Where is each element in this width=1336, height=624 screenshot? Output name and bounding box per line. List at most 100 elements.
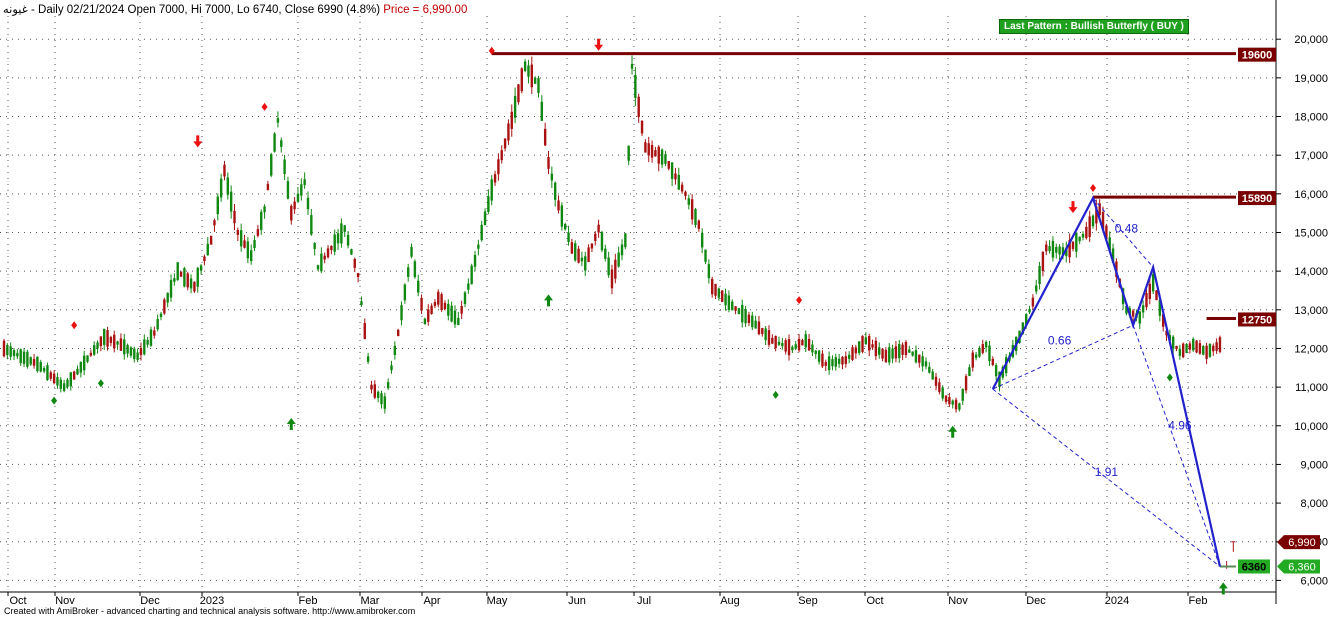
candle-body <box>754 320 757 329</box>
candle-body <box>704 249 707 262</box>
candle-body <box>159 313 163 318</box>
candle-body <box>243 240 246 248</box>
candle-body <box>437 291 440 305</box>
candle-body <box>543 128 547 146</box>
candle-body <box>794 344 797 349</box>
candle-body <box>366 356 370 362</box>
candle-body <box>129 347 133 356</box>
candle-body <box>1051 240 1055 258</box>
candle-body <box>69 372 73 387</box>
candle-body <box>1171 336 1175 349</box>
candle-body <box>667 160 670 169</box>
candle-body <box>971 352 974 368</box>
candle-body <box>326 248 330 258</box>
candle-body <box>914 350 918 363</box>
candle-body <box>737 308 741 315</box>
candle-body <box>493 174 497 183</box>
candle-body <box>163 299 166 314</box>
candle-body <box>968 367 971 377</box>
candle-body <box>610 269 614 289</box>
candle-body <box>884 349 888 363</box>
candle-body <box>343 225 346 232</box>
candle-body <box>193 281 196 292</box>
candle-body <box>19 349 22 364</box>
candle-body <box>143 339 146 355</box>
candle-body <box>700 232 704 248</box>
candle-body <box>891 348 894 359</box>
candle-body <box>229 191 233 212</box>
candle-body <box>139 348 143 356</box>
candle-body <box>156 318 159 330</box>
candle-body <box>1045 244 1048 252</box>
candle-body <box>373 384 376 398</box>
candle-body <box>276 118 280 123</box>
candle-body <box>173 278 176 282</box>
candle-body <box>694 209 697 225</box>
y-tick-label: 6,000 <box>1300 575 1328 587</box>
candle-body <box>253 240 256 249</box>
candle-body <box>400 305 403 321</box>
candle-body <box>453 310 457 325</box>
candle-body <box>791 346 794 351</box>
candle-body <box>547 157 550 169</box>
candle-body <box>784 340 787 352</box>
candle-body <box>918 354 921 363</box>
candle-body <box>834 357 837 367</box>
candle-body <box>984 341 988 348</box>
candle-body <box>1141 305 1145 313</box>
y-tick-label: 14,000 <box>1294 266 1328 278</box>
x-tick-label: Oct <box>866 595 883 607</box>
candle-body <box>310 214 313 235</box>
candle-body <box>550 173 554 181</box>
candle-body <box>844 356 848 364</box>
candle-body <box>951 400 954 405</box>
candle-body <box>263 206 266 213</box>
candle-body <box>807 338 811 351</box>
candle-body <box>727 295 731 310</box>
candle-body <box>777 341 781 345</box>
candle-body <box>948 397 951 405</box>
candle-body <box>1081 233 1085 238</box>
candle-body <box>333 234 336 252</box>
candle-body <box>650 144 654 158</box>
candle-body <box>233 210 236 224</box>
candle-body <box>607 257 610 276</box>
candle-body <box>203 256 206 262</box>
candle-body <box>413 261 417 278</box>
candle-body <box>290 205 293 221</box>
candle-body <box>66 379 69 387</box>
candle-body <box>577 248 580 263</box>
candle-body <box>199 265 203 271</box>
candle-body <box>654 150 657 157</box>
candle-body <box>430 305 433 314</box>
candle-body <box>811 344 814 353</box>
candle-body <box>417 280 420 293</box>
candle-body <box>861 335 864 353</box>
candle-body <box>313 243 316 250</box>
candle-body <box>1148 283 1152 300</box>
candle-body <box>1188 343 1192 350</box>
y-tick-label: 12,000 <box>1294 343 1328 355</box>
x-tick-label: Jun <box>568 595 586 607</box>
candle-body <box>647 143 650 156</box>
candle-body <box>827 356 831 371</box>
candle-body <box>978 347 981 357</box>
candle-body <box>680 184 684 192</box>
candle-body <box>1198 343 1202 354</box>
candle-body <box>109 336 113 343</box>
candle-body <box>303 179 306 186</box>
candle-body <box>460 305 463 314</box>
candle-body <box>483 211 487 226</box>
candle-body <box>79 362 83 373</box>
candle-body <box>1182 343 1185 358</box>
candle-body <box>734 306 737 311</box>
candle-body <box>39 362 42 372</box>
candle-body <box>270 154 273 176</box>
y-tick-label: 13,000 <box>1294 305 1328 317</box>
candle-body <box>410 246 413 257</box>
candle-body <box>463 292 467 304</box>
x-tick-label: 2024 <box>1105 595 1129 607</box>
candle-body <box>533 77 537 84</box>
candle-body <box>56 377 59 386</box>
candle-body <box>363 323 366 340</box>
